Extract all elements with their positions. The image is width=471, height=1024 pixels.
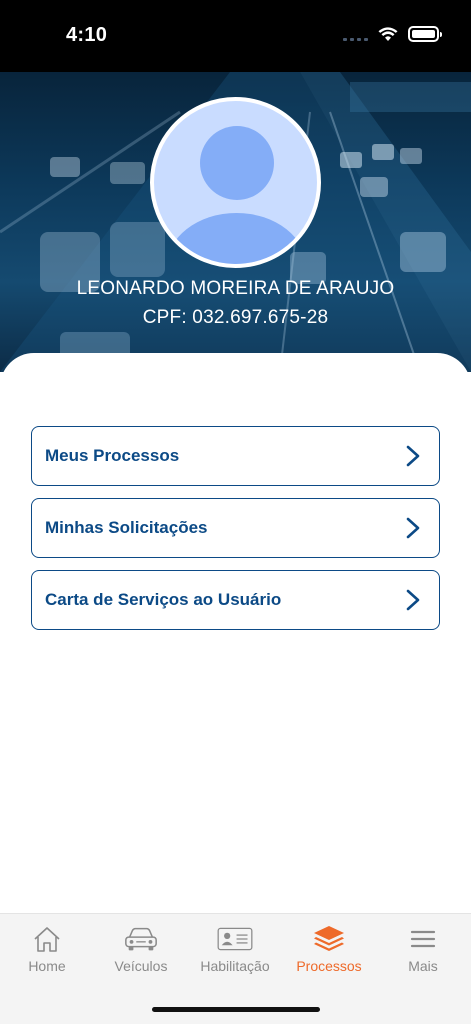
main-content: Meus Processos Minhas Solicitações Carta…: [0, 353, 471, 913]
avatar-body: [166, 213, 307, 264]
user-name: LEONARDO MOREIRA DE ARAUJO: [76, 278, 395, 299]
avatar-head: [200, 126, 274, 200]
tab-habilitacao[interactable]: Habilitação: [188, 924, 282, 974]
tab-veiculos[interactable]: Veículos: [94, 924, 188, 974]
tab-processos[interactable]: Processos: [282, 924, 376, 974]
tab-mais[interactable]: Mais: [376, 924, 470, 974]
avatar: [150, 97, 321, 268]
tab-label: Processos: [296, 958, 362, 974]
menu-item-label: Carta de Serviços ao Usuário: [45, 590, 282, 609]
tab-label: Habilitação: [200, 958, 270, 974]
wifi-icon: [378, 26, 398, 41]
status-time: 4:10: [66, 24, 108, 46]
menu-item-minhas-solicitacoes[interactable]: Minhas Solicitações: [31, 498, 440, 558]
home-indicator[interactable]: [152, 1007, 320, 1012]
profile-header: LEONARDO MOREIRA DE ARAUJO CPF: 032.697.…: [0, 72, 471, 372]
status-bar: 4:10: [0, 0, 471, 72]
menu-item-carta-de-servicos[interactable]: Carta de Serviços ao Usuário: [31, 570, 440, 630]
tab-home[interactable]: Home: [0, 924, 94, 974]
menu-item-label: Minhas Solicitações: [45, 518, 208, 537]
tab-label: Mais: [408, 958, 438, 974]
battery-icon: [408, 26, 442, 42]
menu-icon: [410, 930, 436, 948]
car-icon: [125, 927, 157, 951]
tab-label: Veículos: [114, 958, 168, 974]
home-icon: [34, 927, 60, 952]
cellular-signal-icon: [343, 27, 368, 41]
chevron-right-icon: [406, 517, 420, 539]
user-cpf: CPF: 032.697.675-28: [142, 307, 329, 328]
chevron-right-icon: [406, 445, 420, 467]
chevron-right-icon: [406, 589, 420, 611]
id-card-icon: [217, 927, 253, 951]
status-icons: [343, 26, 442, 42]
menu-item-meus-processos[interactable]: Meus Processos: [31, 426, 440, 486]
layers-icon: [314, 926, 344, 951]
menu-item-label: Meus Processos: [45, 446, 180, 465]
tab-label: Home: [28, 958, 66, 974]
